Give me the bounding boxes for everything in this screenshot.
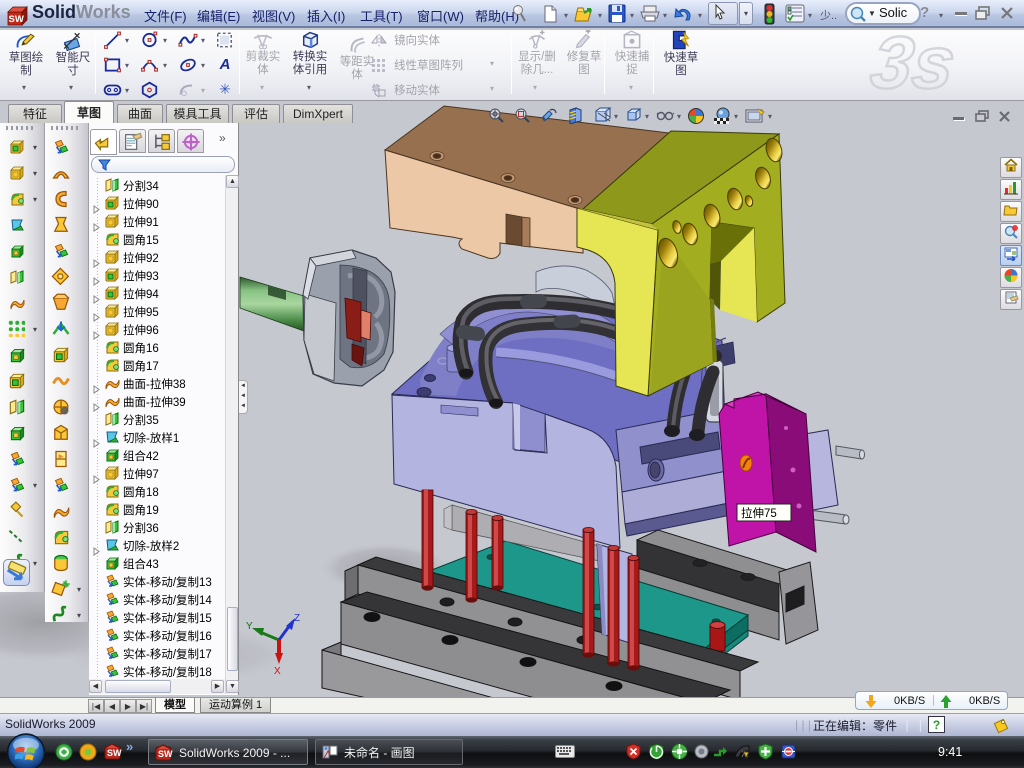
- svg-text:拉伸75: 拉伸75: [741, 506, 777, 520]
- svg-text:Y: Y: [246, 621, 253, 632]
- svg-text:SW: SW: [158, 749, 173, 759]
- svg-text:Z: Z: [294, 613, 300, 624]
- svg-text:SW: SW: [107, 748, 122, 758]
- svg-text:X: X: [274, 666, 281, 677]
- svg-text:!: !: [744, 753, 745, 759]
